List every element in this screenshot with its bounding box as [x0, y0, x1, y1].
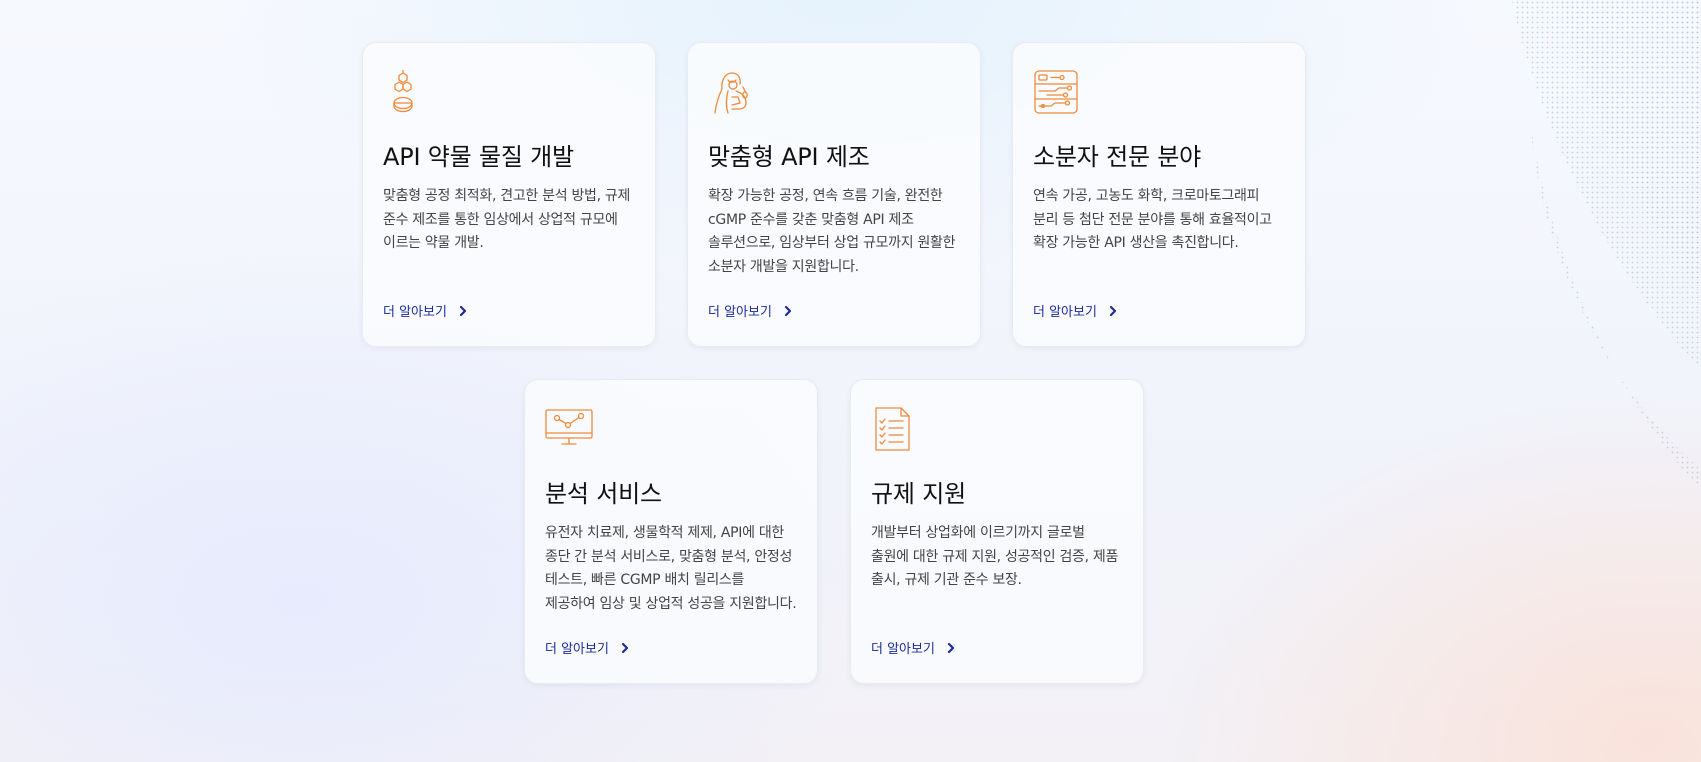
learn-more-label: 더 알아보기: [871, 642, 935, 657]
monitor-network-icon: [545, 409, 593, 445]
card-regulatory-support: 규제 지원 개발부터 상업화에 이르기까지 글로벌 출원에 대한 규제 지원, …: [850, 379, 1144, 684]
chevron-right-icon: [784, 305, 792, 316]
circuit-board-icon: [1034, 70, 1078, 114]
chevron-right-icon: [459, 305, 467, 316]
card-description: 연속 가공, 고농도 화학, 크로마토그래피 분리 등 첨단 전문 분야를 통해…: [1033, 188, 1272, 251]
card-custom-api-manufacturing: 맞춤형 API 제조 확장 가능한 공정, 연속 흐름 기술, 완전한 cGMP…: [687, 42, 981, 347]
card-title: 분석 서비스: [545, 480, 662, 508]
card-api-drug-substance: API 약물 물질 개발 맞춤형 공정 최적화, 견고한 분석 방법, 규제 준…: [362, 42, 656, 347]
learn-more-label: 더 알아보기: [708, 305, 772, 320]
card-description: 개발부터 상업화에 이르기까지 글로벌 출원에 대한 규제 지원, 성공적인 검…: [871, 525, 1119, 588]
chevron-right-icon: [947, 642, 955, 653]
learn-more-link[interactable]: 더 알아보기: [545, 638, 630, 657]
learn-more-link[interactable]: 더 알아보기: [383, 301, 468, 320]
card-description: 확장 가능한 공정, 연속 흐름 기술, 완전한 cGMP 준수를 갖춘 맞춤형…: [708, 188, 956, 275]
card-description: 맞춤형 공정 최적화, 견고한 분석 방법, 규제 준수 제조를 통한 임상에서…: [383, 188, 631, 251]
card-title: API 약물 물질 개발: [383, 143, 574, 171]
learn-more-label: 더 알아보기: [1033, 305, 1097, 320]
card-small-molecule-specialties: 소분자 전문 분야 연속 가공, 고농도 화학, 크로마토그래피 분리 등 첨단…: [1012, 42, 1306, 347]
card-title: 규제 지원: [871, 480, 966, 508]
card-title: 맞춤형 API 제조: [708, 143, 870, 171]
learn-more-label: 더 알아보기: [383, 305, 447, 320]
chevron-right-icon: [1109, 305, 1117, 316]
card-title: 소분자 전문 분야: [1033, 143, 1202, 171]
molecule-pill-icon: [393, 70, 413, 113]
checklist-document-icon: [875, 407, 910, 451]
scientist-icon: [714, 72, 748, 114]
learn-more-link[interactable]: 더 알아보기: [1033, 301, 1118, 320]
learn-more-label: 더 알아보기: [545, 642, 609, 657]
card-description: 유전자 치료제, 생물학적 제제, API에 대한 종단 간 분석 서비스로, …: [545, 525, 797, 612]
chevron-right-icon: [621, 642, 629, 653]
learn-more-link[interactable]: 더 알아보기: [708, 301, 793, 320]
learn-more-link[interactable]: 더 알아보기: [871, 638, 956, 657]
card-analytical-services: 분석 서비스 유전자 치료제, 생물학적 제제, API에 대한 종단 간 분석…: [524, 379, 818, 684]
